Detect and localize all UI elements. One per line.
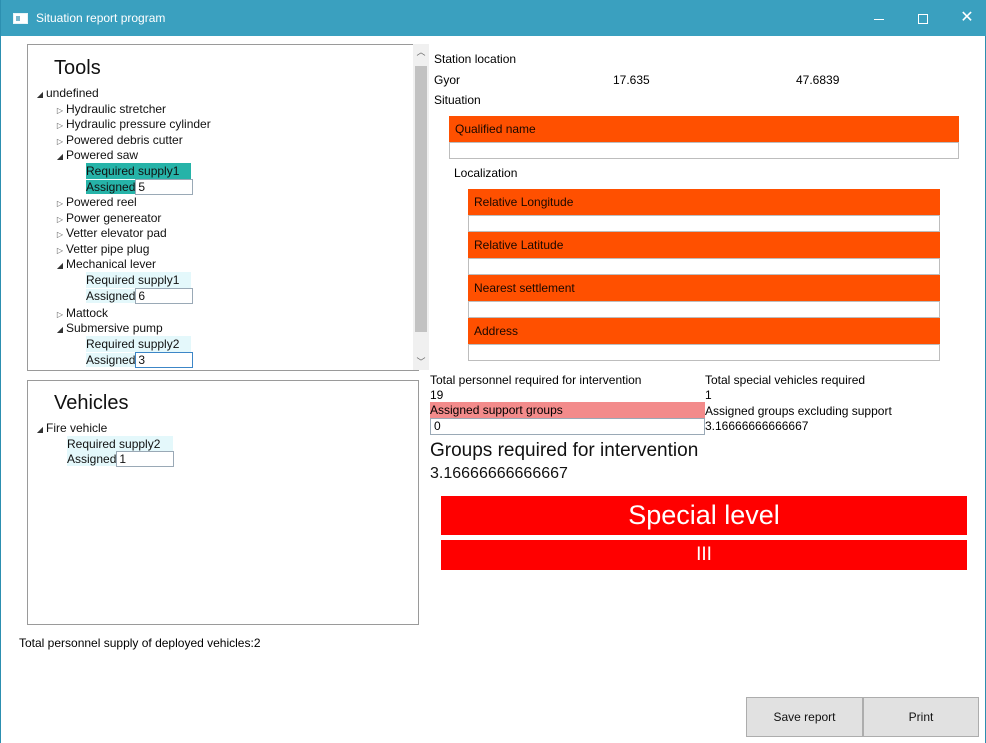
- minimize-button[interactable]: [856, 0, 902, 36]
- assigned-input[interactable]: 1: [116, 451, 175, 467]
- title-bar: Situation report program ✕: [1, 0, 986, 36]
- groups-required-value: 3.16666666666667: [430, 465, 568, 482]
- relative-latitude-label: Relative Latitude: [468, 232, 940, 258]
- address-field[interactable]: [468, 344, 940, 361]
- tool-item[interactable]: ◢ Mechanical lever: [54, 256, 156, 272]
- total-special-vehicles-value: 1: [705, 388, 712, 402]
- total-personnel-label: Total personnel required for interventio…: [430, 373, 642, 387]
- tool-item-label: Hydraulic stretcher: [66, 102, 167, 116]
- expanded-arrow-icon[interactable]: ◢: [54, 258, 66, 274]
- tool-item[interactable]: ▷ Power genereator: [54, 210, 161, 226]
- station-longitude: 17.635: [613, 73, 650, 87]
- expanded-arrow-icon[interactable]: ◢: [34, 422, 46, 438]
- assigned-row: Assigned 3: [86, 352, 194, 368]
- scrollbar-thumb[interactable]: [415, 66, 427, 332]
- address-label: Address: [468, 318, 940, 344]
- assigned-label: Assigned: [86, 289, 136, 303]
- total-special-vehicles-label: Total special vehicles required: [705, 373, 866, 387]
- assigned-input[interactable]: 6: [135, 288, 194, 304]
- tool-item[interactable]: ▷ Powered reel: [54, 194, 137, 210]
- tool-item[interactable]: ◢ Powered saw: [54, 147, 138, 163]
- station-heading: Station location: [434, 52, 517, 66]
- tool-item-label: Powered saw: [66, 148, 139, 162]
- assigned-row: Assigned 6: [86, 288, 194, 304]
- tool-item-label: Vetter elevator pad: [66, 226, 167, 240]
- close-icon: ✕: [960, 9, 974, 26]
- tool-item[interactable]: ▷ Hydraulic stretcher: [54, 101, 166, 117]
- situation-heading: Situation: [434, 93, 481, 107]
- station-name: Gyor: [434, 73, 461, 87]
- scroll-down-icon[interactable]: ﹀: [413, 354, 429, 370]
- assigned-input[interactable]: 5: [135, 179, 194, 195]
- tool-item[interactable]: ▷ Vetter pipe plug: [54, 241, 149, 257]
- required-supply-label[interactable]: Required supply2: [67, 436, 173, 452]
- relative-longitude-field[interactable]: [468, 215, 940, 232]
- assigned-support-groups-label: Assigned support groups: [430, 402, 705, 418]
- relative-longitude-label: Relative Longitude: [468, 189, 940, 215]
- print-button[interactable]: Print: [863, 697, 979, 737]
- assigned-label: Assigned: [86, 180, 136, 194]
- special-level-value: III: [441, 540, 967, 570]
- qualified-name-label: Qualified name: [449, 116, 959, 142]
- assigned-support-groups-input[interactable]: 0: [430, 418, 705, 435]
- tool-item[interactable]: ▷ Mattock: [54, 305, 108, 321]
- tools-panel: Tools ◢ undefined ▷ Hydraulic stretcher ▷ H…: [27, 44, 419, 371]
- assigned-label: Assigned: [86, 353, 136, 367]
- expanded-arrow-icon[interactable]: ◢: [54, 322, 66, 338]
- tool-item-label: Submersive pump: [66, 321, 163, 335]
- maximize-icon: [918, 14, 928, 25]
- close-button[interactable]: ✕: [944, 0, 986, 36]
- total-personnel-supply: Total personnel supply of deployed vehic…: [19, 636, 261, 650]
- assigned-groups-excl-support-label: Assigned groups excluding support: [705, 404, 892, 418]
- relative-latitude-field[interactable]: [468, 258, 940, 275]
- required-supply-label[interactable]: Required supply1: [86, 163, 191, 179]
- maximize-button[interactable]: [900, 0, 946, 36]
- nearest-settlement-field[interactable]: [468, 301, 940, 318]
- vehicle-item[interactable]: ◢ Fire vehicle: [34, 420, 107, 436]
- assigned-label: Assigned: [67, 452, 117, 466]
- expanded-arrow-icon[interactable]: ◢: [54, 149, 66, 165]
- tool-item-label: Vetter pipe plug: [66, 242, 150, 256]
- tool-item-label: Powered debris cutter: [66, 133, 183, 147]
- app-window: Situation report program ✕ Tools ◢ undefi…: [0, 0, 986, 743]
- minimize-icon: [874, 18, 884, 20]
- total-personnel-value: 19: [430, 388, 444, 402]
- save-report-button[interactable]: Save report: [746, 697, 863, 737]
- vehicles-title: Vehicles: [54, 392, 129, 414]
- station-latitude: 47.6839: [796, 73, 840, 87]
- vehicles-panel: Vehicles ◢ Fire vehicle Required supply2 …: [27, 380, 419, 625]
- assigned-row: Assigned 1: [67, 451, 175, 467]
- tool-item-label: Mechanical lever: [66, 257, 157, 271]
- tool-item-label: Powered reel: [66, 195, 137, 209]
- required-supply-label[interactable]: Required supply2: [86, 336, 191, 352]
- tool-item[interactable]: ▷ Powered debris cutter: [54, 132, 183, 148]
- tool-item[interactable]: ▷ Hydraulic pressure cylinder: [54, 116, 211, 132]
- window-title: Situation report program: [36, 11, 166, 25]
- groups-required-title: Groups required for intervention: [430, 440, 699, 461]
- tools-title: Tools: [54, 57, 101, 79]
- tool-item[interactable]: ▷ Vetter elevator pad: [54, 225, 167, 241]
- app-icon: [13, 13, 28, 24]
- tool-item-label: Power genereator: [66, 211, 162, 225]
- special-level-title: Special level: [441, 496, 967, 535]
- nearest-settlement-label: Nearest settlement: [468, 275, 940, 301]
- tool-item[interactable]: ◢ Submersive pump: [54, 320, 163, 336]
- tools-scrollbar[interactable]: ︿ ﹀: [413, 44, 429, 370]
- assigned-row: Assigned 5: [86, 179, 194, 195]
- scroll-up-icon[interactable]: ︿: [413, 44, 429, 60]
- required-supply-label[interactable]: Required supply1: [86, 272, 191, 288]
- qualified-name-field[interactable]: [449, 142, 959, 159]
- assigned-groups-excl-support-value: 3.16666666666667: [705, 419, 809, 433]
- tool-item-label: Hydraulic pressure cylinder: [66, 117, 211, 131]
- assigned-input[interactable]: 3: [135, 352, 194, 368]
- expanded-arrow-icon[interactable]: ◢: [34, 87, 46, 103]
- tree-root[interactable]: ◢ undefined: [34, 85, 99, 101]
- localization-heading: Localization: [454, 166, 518, 180]
- tree-root-label: undefined: [46, 86, 99, 100]
- tool-item-label: Mattock: [66, 306, 109, 320]
- vehicle-item-label: Fire vehicle: [46, 421, 108, 435]
